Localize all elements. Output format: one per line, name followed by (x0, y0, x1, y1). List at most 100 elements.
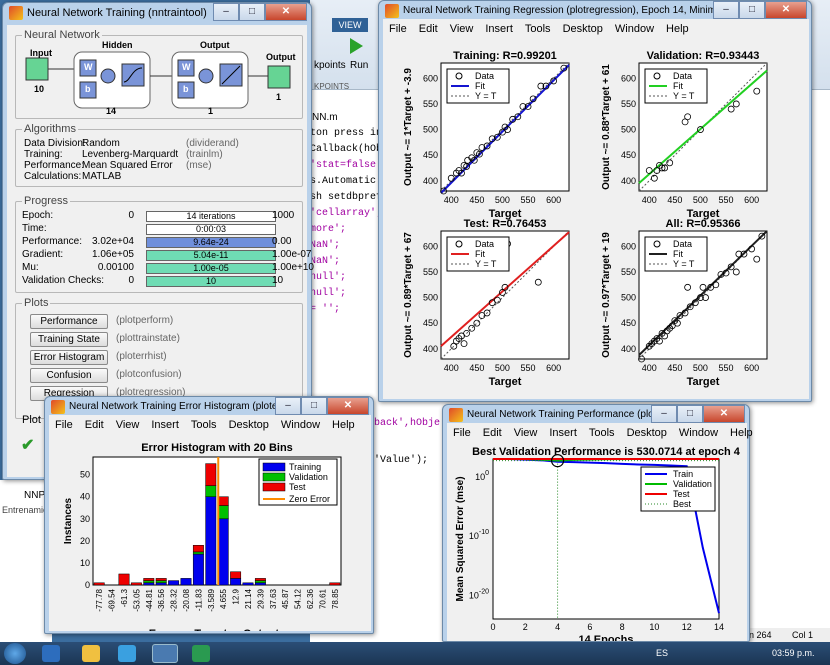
x-tick-label: 400 (444, 195, 459, 205)
hidden-bias-label: b (85, 84, 91, 94)
x-tick-label: 8 (620, 622, 625, 632)
histogram-bar (205, 485, 217, 497)
histogram-bar (217, 505, 229, 520)
menu-help[interactable]: Help (724, 427, 759, 439)
code-line: 'stat=false (310, 160, 377, 171)
algorithm-name: Performance: (24, 160, 85, 171)
menu-edit[interactable]: Edit (413, 23, 444, 35)
plot-button[interactable]: Error Histogram (30, 350, 108, 365)
x-tick-label: 600 (744, 195, 759, 205)
plot-button[interactable]: Confusion (30, 368, 108, 383)
menu-window[interactable]: Window (275, 419, 326, 431)
minimize-button[interactable]: – (651, 405, 677, 423)
progress-max: 1.00e-07 (272, 249, 312, 260)
close-button[interactable]: ✕ (765, 1, 807, 19)
x-axis-label: Errors = Targets - Outputs (149, 628, 285, 631)
figure-menubar: File Edit View Insert Tools Desktop Wind… (447, 423, 753, 443)
code-line: s.Automatic (310, 176, 377, 187)
nntraintool-titlebar[interactable]: Neural Network Training (nntraintool) – … (3, 3, 311, 24)
legend-entry: Y = T (475, 259, 497, 269)
menu-edit[interactable]: Edit (477, 427, 508, 439)
y-tick-label: 600 (423, 73, 438, 83)
plot-button[interactable]: Training State (30, 332, 108, 347)
close-button[interactable]: ✕ (265, 3, 307, 21)
y-axis-label: Output ~= 1*Target + -3.9 (403, 68, 414, 186)
menu-view[interactable]: View (508, 427, 544, 439)
x-tick-label: 4 (555, 622, 560, 632)
minimize-button[interactable]: – (213, 3, 239, 21)
menu-tools[interactable]: Tools (519, 23, 557, 35)
menu-help[interactable]: Help (660, 23, 695, 35)
taskbar-app-icon[interactable] (118, 645, 136, 662)
progress-value: 14 iterations (186, 211, 236, 221)
maximize-button[interactable]: □ (239, 3, 265, 21)
close-button[interactable]: ✕ (703, 405, 745, 423)
minimize-button[interactable]: – (713, 1, 739, 19)
status-column: Col 1 (792, 630, 814, 640)
x-tick-label: 29.39 (256, 588, 265, 609)
algorithm-function: (mse) (186, 160, 212, 171)
legend-swatch (262, 482, 286, 492)
histogram-bar (230, 571, 242, 579)
x-axis-label: Target (687, 376, 720, 388)
histogram-bar (93, 582, 105, 586)
x-tick-label: -11.83 (194, 588, 203, 611)
hidden-layer-label: Hidden (102, 40, 133, 50)
menu-window[interactable]: Window (609, 23, 660, 35)
progress-name: Gradient: (22, 249, 64, 260)
taskbar-app-icon[interactable] (152, 644, 178, 663)
menu-file[interactable]: File (49, 419, 79, 431)
menu-help[interactable]: Help (326, 419, 361, 431)
start-button[interactable] (4, 643, 26, 664)
view-tab[interactable]: VIEW (332, 18, 368, 32)
progress-name: Time: (22, 223, 47, 234)
taskbar-app-icon[interactable] (192, 645, 210, 662)
x-tick-label: 500 (495, 363, 510, 373)
run-button-label[interactable]: Run (350, 60, 368, 71)
menu-desktop[interactable]: Desktop (621, 427, 673, 439)
menu-desktop[interactable]: Desktop (223, 419, 275, 431)
clock[interactable]: 03:59 p.m. (772, 648, 815, 658)
menu-view[interactable]: View (444, 23, 480, 35)
run-icon[interactable] (350, 38, 363, 54)
x-tick-label: 600 (546, 363, 561, 373)
breakpoints-label[interactable]: kpoints (314, 60, 346, 71)
maximize-button[interactable]: □ (301, 397, 327, 415)
regression-plot: 400 450 500 550 600 400 450 500 550 600 All: R=0.9… (601, 218, 768, 388)
file-item[interactable]: NNP (24, 490, 45, 501)
algorithm-name: Calculations: (24, 171, 82, 182)
plot-function: (plotperform) (116, 315, 174, 326)
menu-edit[interactable]: Edit (79, 419, 110, 431)
menu-view[interactable]: View (110, 419, 146, 431)
menu-insert[interactable]: Insert (543, 427, 583, 439)
taskbar-app-icon[interactable] (82, 645, 100, 662)
progress-min: 3.02e+04 (92, 236, 134, 247)
output-label: Output (266, 52, 296, 62)
language-indicator[interactable]: ES (656, 648, 668, 658)
menu-window[interactable]: Window (673, 427, 724, 439)
taskbar-app-icon[interactable] (42, 645, 60, 662)
progress-value: 9.64e-24 (193, 237, 229, 247)
plot-title: Best Validation Performance is 530.0714 … (472, 446, 741, 458)
editor-file-tab[interactable]: NN.m (312, 112, 338, 123)
x-tick-label: 78.85 (331, 588, 340, 609)
minimize-button[interactable]: – (275, 397, 301, 415)
network-group: Neural Network Input 10 Hidden 14 W b Ou… (15, 29, 303, 119)
menu-insert[interactable]: Insert (145, 419, 185, 431)
menu-tools[interactable]: Tools (583, 427, 621, 439)
plot-button[interactable]: Performance (30, 314, 108, 329)
menu-insert[interactable]: Insert (479, 23, 519, 35)
x-tick-label: -69.54 (108, 588, 117, 611)
y-tick-label: 550 (621, 267, 636, 277)
progress-max: 1000 (272, 210, 295, 221)
y-tick-label: 50 (80, 470, 90, 480)
progress-value: 0:00:03 (195, 224, 227, 234)
close-button[interactable]: ✕ (327, 397, 369, 415)
menu-tools[interactable]: Tools (185, 419, 223, 431)
maximize-button[interactable]: □ (677, 405, 703, 423)
maximize-button[interactable]: □ (739, 1, 765, 19)
menu-file[interactable]: File (447, 427, 477, 439)
menu-file[interactable]: File (383, 23, 413, 35)
menu-desktop[interactable]: Desktop (557, 23, 609, 35)
x-tick-label: 14 (714, 622, 724, 632)
